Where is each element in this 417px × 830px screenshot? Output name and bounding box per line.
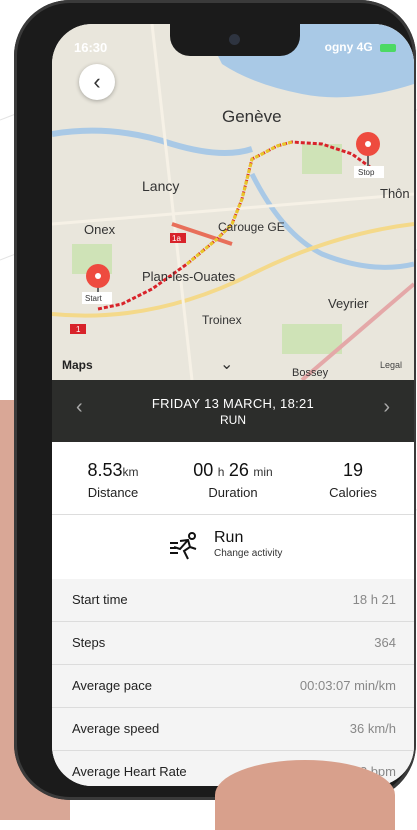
network-type: 4G — [356, 40, 373, 54]
detail-key: Average pace — [72, 678, 152, 693]
date-header: ‹ FRIDAY 13 MARCH, 18:21 RUN › — [52, 380, 414, 442]
road-badge: 1a — [172, 234, 181, 243]
calories-stat: 19 Calories — [298, 460, 408, 500]
back-button[interactable]: ‹ — [79, 64, 115, 100]
map-label: Onex — [84, 222, 116, 237]
maps-provider-label: Maps — [62, 358, 93, 372]
detail-value: 36 km/h — [349, 721, 396, 736]
activity-name: Run — [214, 529, 244, 546]
map-label: Veyrier — [328, 296, 369, 311]
map-label: Lancy — [142, 178, 179, 194]
duration-stat: 00 h 26 min Duration — [178, 460, 288, 500]
distance-stat: 8.53km Distance — [58, 460, 168, 500]
detail-key: Steps — [72, 635, 106, 650]
activity-date: FRIDAY 13 MARCH, 18:21 — [151, 396, 315, 411]
chevron-left-icon: ‹ — [93, 69, 101, 94]
map-label: Thôn — [380, 186, 410, 201]
park — [302, 144, 342, 174]
distance-label: Distance — [87, 485, 139, 500]
road — [150, 24, 194, 381]
phone-screen: Genève Lancy Onex Carouge GE Plan-les-Ou… — [52, 24, 414, 786]
map-label: Genève — [222, 107, 282, 126]
detail-row-average-speed: Average speed 36 km/h — [52, 708, 414, 751]
next-arrow-icon[interactable]: › — [383, 396, 390, 419]
detail-key: Start time — [72, 592, 128, 607]
calories-value: 19 — [342, 460, 364, 480]
road-badge: 1 — [76, 325, 81, 334]
status-bar: 16:30 ogny 4G — [52, 38, 414, 58]
distance-unit: km — [122, 465, 139, 479]
map-label: Troinex — [202, 313, 242, 327]
status-time: 16:30 — [74, 40, 108, 55]
activity-type-title: RUN — [220, 413, 246, 427]
duration-label: Duration — [208, 485, 258, 500]
detail-value: 00:03:07 min/km — [299, 678, 396, 693]
carrier-name: ogny — [324, 40, 354, 54]
phone-frame: Genève Lancy Onex Carouge GE Plan-les-Ou… — [14, 0, 416, 800]
detail-row-start-time: Start time 18 h 21 — [52, 579, 414, 622]
duration-minutes-unit: min — [253, 465, 273, 479]
detail-row-steps: Steps 364 — [52, 622, 414, 665]
maps-logo: Maps — [62, 358, 93, 372]
detail-key: Average Heart Rate — [72, 764, 187, 779]
distance-value: 8.53 — [87, 460, 123, 480]
detail-key: Average speed — [72, 721, 160, 736]
change-activity-button[interactable]: Run Change activity — [52, 515, 414, 580]
map-label: Bossey — [292, 367, 329, 379]
status-right: ogny 4G — [325, 40, 396, 54]
map-label: Carouge GE — [218, 220, 285, 234]
start-label: Start — [85, 294, 103, 303]
duration-minutes: 26 — [228, 460, 249, 480]
change-activity-label: Change activity — [214, 548, 283, 559]
duration-hours: 00 — [193, 460, 214, 480]
river — [52, 127, 253, 156]
map-label: Plan-les-Ouates — [142, 269, 236, 284]
runner-icon — [170, 532, 197, 560]
details-list: Start time 18 h 21 Steps 364 Average pac… — [52, 579, 414, 786]
summary-stats: 8.53km Distance 00 h 26 min Duration 19 … — [52, 442, 414, 515]
stop-label: Stop — [358, 168, 375, 177]
route-map[interactable]: Genève Lancy Onex Carouge GE Plan-les-Ou… — [52, 24, 414, 382]
calories-label: Calories — [329, 485, 377, 500]
thumb — [215, 760, 395, 830]
legal-link[interactable]: Legal — [380, 360, 402, 370]
duration-hours-unit: h — [217, 465, 225, 479]
park — [282, 324, 342, 354]
battery-icon — [380, 43, 396, 52]
detail-value: 364 — [374, 635, 396, 650]
chevron-down-icon[interactable]: ⌄ — [220, 354, 233, 374]
detail-row-average-pace: Average pace 00:03:07 min/km — [52, 665, 414, 708]
detail-value: 18 h 21 — [352, 592, 396, 607]
